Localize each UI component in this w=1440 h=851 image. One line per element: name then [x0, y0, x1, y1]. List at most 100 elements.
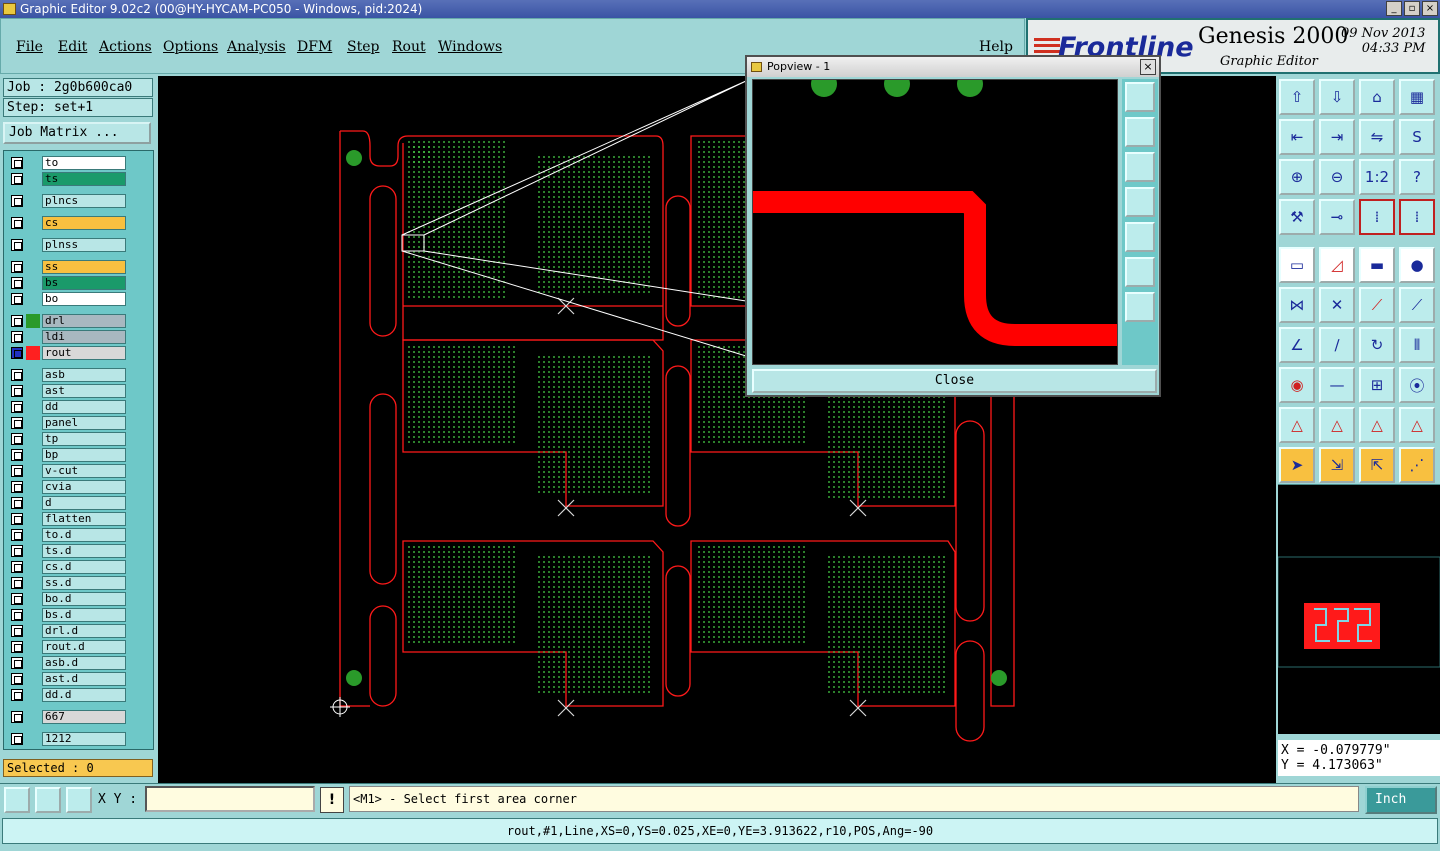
layer-row-ast[interactable]: ast [6, 384, 126, 398]
layer-checkbox[interactable] [11, 561, 23, 573]
layer-checkbox[interactable] [11, 261, 23, 273]
layer-checkbox[interactable] [11, 173, 23, 185]
menu-windows[interactable]: Windows [438, 39, 502, 55]
maximize-button[interactable]: ▫ [1404, 1, 1420, 16]
layer-row-ts-d[interactable]: ts.d [6, 544, 126, 558]
layer-row-drl[interactable]: drl [6, 314, 126, 328]
layer-checkbox[interactable] [11, 711, 23, 723]
layer-checkbox[interactable] [11, 239, 23, 251]
menu-rout[interactable]: Rout [392, 39, 426, 55]
bar-icon[interactable]: — [1319, 367, 1355, 403]
layer-checkbox[interactable] [11, 331, 23, 343]
layer-checkbox[interactable] [11, 433, 23, 445]
layer-checkbox[interactable] [11, 481, 23, 493]
help-icon[interactable]: ? [1399, 159, 1435, 195]
layer-row-ast-d[interactable]: ast.d [6, 672, 126, 686]
menu-edit[interactable]: Edit [58, 39, 87, 55]
tri-4-icon[interactable]: △ [1399, 407, 1435, 443]
tri-3-icon[interactable]: △ [1359, 407, 1395, 443]
menu-options[interactable]: Options [163, 39, 218, 55]
layer-row-plnss[interactable]: plnss [6, 238, 126, 252]
popview-tool-6[interactable] [1125, 257, 1155, 287]
rotate-icon[interactable]: ↻ [1359, 327, 1395, 363]
zoom-home-icon[interactable]: ⇧ [1279, 79, 1315, 115]
fit-window-icon[interactable]: ▦ [1399, 79, 1435, 115]
layer-row-v-cut[interactable]: v-cut [6, 464, 126, 478]
layer-row-bs-d[interactable]: bs.d [6, 608, 126, 622]
layer-row-bo[interactable]: bo [6, 292, 126, 306]
popview-tool-5[interactable] [1125, 222, 1155, 252]
layer-checkbox[interactable] [11, 465, 23, 477]
popview-close-icon[interactable]: × [1140, 59, 1156, 75]
pad-red-icon[interactable]: ◉ [1279, 367, 1315, 403]
overview-panel[interactable] [1277, 484, 1440, 734]
home-icon[interactable]: ⌂ [1359, 79, 1395, 115]
layer-row-bs[interactable]: bs [6, 276, 126, 290]
layer-checkbox[interactable] [11, 195, 23, 207]
layer-row-tp[interactable]: tp [6, 432, 126, 446]
layer-row-asb-d[interactable]: asb.d [6, 656, 126, 670]
layer-row-to-d[interactable]: to.d [6, 528, 126, 542]
layer-row-bp[interactable]: bp [6, 448, 126, 462]
layer-checkbox[interactable] [11, 733, 23, 745]
layer-row-ts[interactable]: ts [6, 172, 126, 186]
layer-row-drl-d[interactable]: drl.d [6, 624, 126, 638]
layer-row-flatten[interactable]: flatten [6, 512, 126, 526]
layer-checkbox[interactable] [11, 449, 23, 461]
net-icon[interactable]: ⋈ [1279, 287, 1315, 323]
layer-checkbox[interactable] [11, 277, 23, 289]
slash-icon[interactable]: ∕ [1319, 327, 1355, 363]
layer-checkbox[interactable] [11, 529, 23, 541]
pan-right-icon[interactable]: ⇥ [1319, 119, 1355, 155]
popview-tool-3[interactable] [1125, 152, 1155, 182]
snap-icon[interactable]: ⋰ [1399, 447, 1435, 483]
layer-checkbox[interactable] [11, 401, 23, 413]
popview-tool-2[interactable] [1125, 117, 1155, 147]
flip-icon[interactable]: ⇋ [1359, 119, 1395, 155]
bottom-tool-2[interactable] [35, 787, 61, 813]
layer-row-rout[interactable]: rout [6, 346, 126, 360]
layer-row-cs[interactable]: cs [6, 216, 126, 230]
layer-row-plncs[interactable]: plncs [6, 194, 126, 208]
layer-checkbox[interactable] [11, 385, 23, 397]
layer-row-1212[interactable]: 1212 [6, 732, 126, 746]
menu-analysis[interactable]: Analysis [227, 39, 286, 55]
close-window-button[interactable]: × [1422, 1, 1438, 16]
layer-checkbox[interactable] [11, 293, 23, 305]
layer-row-cs-d[interactable]: cs.d [6, 560, 126, 574]
job-matrix-button[interactable]: Job Matrix ... [3, 122, 151, 144]
scale-icon[interactable]: ▬ [1359, 247, 1395, 283]
cursor-icon[interactable]: ➤ [1279, 447, 1315, 483]
select-box-icon[interactable]: ⇱ [1359, 447, 1395, 483]
select-icon[interactable]: ⇲ [1319, 447, 1355, 483]
key-icon[interactable]: ⊸ [1319, 199, 1355, 235]
popview-canvas[interactable] [752, 79, 1118, 365]
layer-row-ldi[interactable]: ldi [6, 330, 126, 344]
layer-row-to[interactable]: to [6, 156, 126, 170]
bottom-tool-3[interactable] [66, 787, 92, 813]
layer-checkbox[interactable] [11, 593, 23, 605]
layer-row-cvia[interactable]: cvia [6, 480, 126, 494]
ruler-icon[interactable]: ▭ [1279, 247, 1315, 283]
popview-tool-4[interactable] [1125, 187, 1155, 217]
tri-1-icon[interactable]: △ [1279, 407, 1315, 443]
pad-icon[interactable]: ● [1399, 247, 1435, 283]
layer-checkbox[interactable] [11, 641, 23, 653]
xy-input[interactable] [145, 786, 315, 812]
layer-checkbox[interactable] [11, 369, 23, 381]
layer-row-ss-d[interactable]: ss.d [6, 576, 126, 590]
layer-checkbox[interactable] [11, 673, 23, 685]
layer-checkbox[interactable] [11, 625, 23, 637]
layer-checkbox[interactable] [11, 217, 23, 229]
ratio-icon[interactable]: 1:2 [1359, 159, 1395, 195]
mirror-icon[interactable]: ⫴ [1399, 327, 1435, 363]
layer-checkbox[interactable] [11, 657, 23, 669]
tri-2-icon[interactable]: △ [1319, 407, 1355, 443]
tools-icon[interactable]: ⚒ [1279, 199, 1315, 235]
minimize-button[interactable]: _ [1386, 1, 1402, 16]
layer-a-icon[interactable]: ⁞ [1359, 199, 1395, 235]
circles-icon[interactable]: ⦿ [1399, 367, 1435, 403]
pan-left-icon[interactable]: ⇤ [1279, 119, 1315, 155]
zoom-out-icon[interactable]: ⊖ [1319, 159, 1355, 195]
layer-row-panel[interactable]: panel [6, 416, 126, 430]
